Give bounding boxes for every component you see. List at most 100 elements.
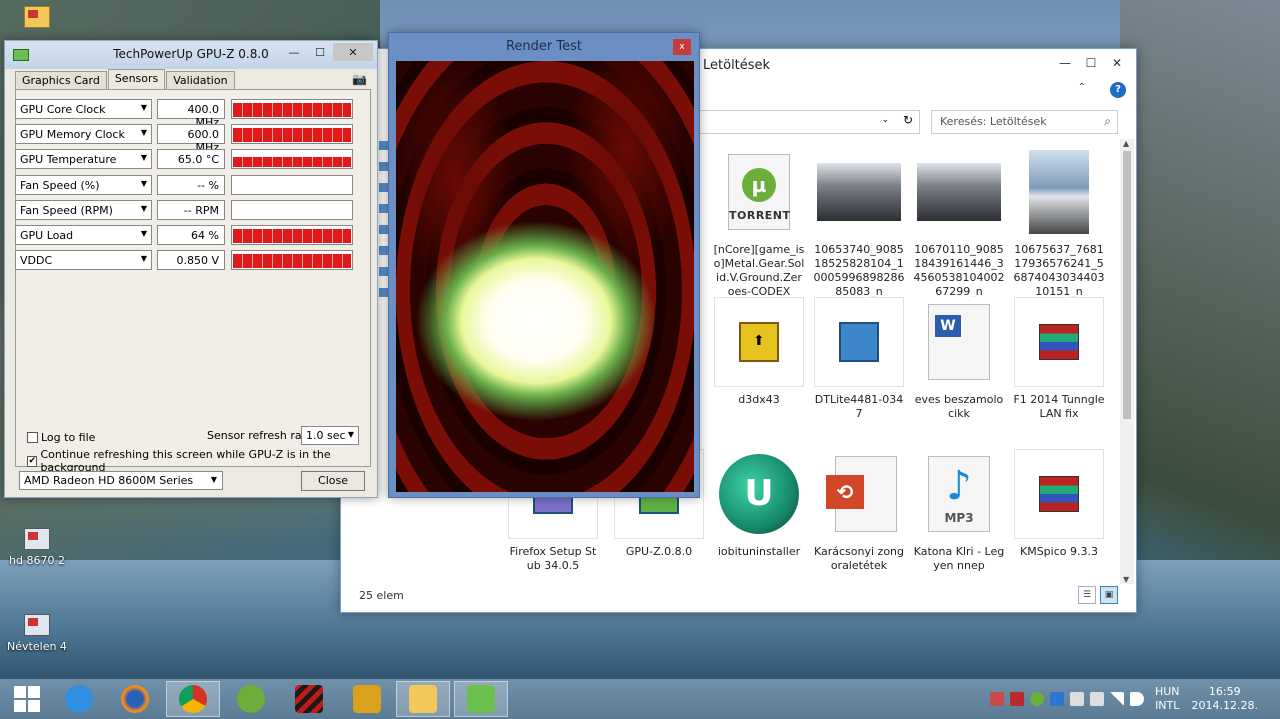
action-center-icon[interactable]: [1069, 692, 1084, 706]
file-name: d3dx43: [738, 393, 780, 406]
maximize-button[interactable]: ☐: [1078, 53, 1104, 73]
image-file-icon: [24, 614, 50, 636]
search-icon: ⌕: [1104, 114, 1111, 128]
sensor-name-select[interactable]: Fan Speed (RPM) ▼: [15, 199, 152, 220]
taskbar-utorrent[interactable]: [224, 681, 278, 717]
file-item[interactable]: KMSpico 9.3.3: [1013, 449, 1105, 559]
gpu-z-tabs: Graphics Card Sensors Validation: [15, 69, 236, 91]
desktop-icon-folder[interactable]: [2, 6, 72, 32]
vertical-scrollbar[interactable]: ▲ ▼: [1120, 139, 1134, 584]
close-button[interactable]: ✕: [1104, 53, 1130, 73]
file-item[interactable]: 10653740_908518525828104_100059968982868…: [813, 147, 905, 299]
file-item[interactable]: ⟲ Karácsonyi zongoraletétek: [813, 449, 905, 573]
tab-graphics-card[interactable]: Graphics Card: [15, 71, 107, 91]
file-item[interactable]: F1 2014 Tunngle LAN fix: [1013, 297, 1105, 421]
render-test-window[interactable]: Render Test x: [388, 32, 700, 498]
help-icon[interactable]: ?: [1110, 82, 1126, 98]
close-button[interactable]: x: [673, 39, 691, 55]
file-item[interactable]: DTLite4481-0347: [813, 297, 905, 421]
checkbox-checked[interactable]: ✔: [27, 455, 38, 467]
gpu-z-window[interactable]: TechPowerUp GPU-Z 0.8.0 — ☐ ✕ Graphics C…: [4, 40, 378, 498]
details-view-icon[interactable]: ☰: [1078, 586, 1096, 604]
sensor-name: GPU Core Clock: [20, 103, 106, 116]
sensor-name: GPU Load: [20, 229, 74, 242]
minimize-button[interactable]: —: [1052, 53, 1078, 73]
chevron-down-icon: ▼: [140, 178, 147, 188]
file-thumbnail: U: [714, 449, 804, 539]
start-button[interactable]: [0, 681, 54, 717]
scrollbar-thumb[interactable]: [1123, 151, 1131, 419]
file-name: [nCore][game_iso]Metal.Gear.Solid.V.Grou…: [713, 243, 805, 298]
address-bar[interactable]: ⌄ ↻: [697, 110, 920, 134]
checkbox-unchecked[interactable]: [27, 432, 38, 443]
scroll-down-icon[interactable]: ▼: [1123, 575, 1129, 584]
file-item[interactable]: W eves beszamolo cikk: [913, 297, 1005, 421]
large-icons-view-icon[interactable]: ▣: [1100, 586, 1118, 604]
sensor-value: 0.850 V: [157, 250, 225, 271]
word-document-icon: W: [928, 304, 990, 380]
ribbon-expand-icon[interactable]: ⌃: [1078, 82, 1086, 93]
scroll-up-icon[interactable]: ▲: [1123, 139, 1129, 148]
file-name: Katona Klri - Legyen nnep: [913, 545, 1005, 572]
tray-app-icon[interactable]: [989, 692, 1004, 706]
chevron-down-icon: ▼: [140, 153, 147, 163]
sensor-name-select[interactable]: GPU Core Clock ▼: [15, 99, 152, 119]
taskbar-gpu-z[interactable]: [454, 681, 508, 717]
sensor-name-select[interactable]: GPU Temperature ▼: [15, 149, 152, 170]
file-thumbnail: [1014, 297, 1104, 387]
sensor-name-select[interactable]: GPU Load ▼: [15, 225, 152, 245]
system-tray: HUN INTL 16:59 2014.12.28.: [987, 679, 1280, 719]
sensor-value: -- %: [157, 174, 225, 195]
chevron-down-icon: ▼: [210, 475, 217, 484]
file-thumbnail: [814, 147, 904, 237]
sensor-name-select[interactable]: Fan Speed (%) ▼: [15, 174, 152, 195]
bluetooth-icon[interactable]: [1049, 692, 1064, 706]
taskbar-game-app[interactable]: [282, 681, 336, 717]
taskbar-internet-explorer[interactable]: [52, 681, 106, 717]
refresh-icon[interactable]: ↻: [903, 113, 913, 127]
tab-validation[interactable]: Validation: [166, 71, 235, 91]
maximize-button[interactable]: ☐: [307, 43, 333, 61]
sensor-name: Fan Speed (%): [20, 178, 100, 192]
log-to-file-checkbox[interactable]: Log to file: [27, 431, 95, 444]
tray-app-icon[interactable]: [1009, 692, 1024, 706]
taskbar-chrome[interactable]: [166, 681, 220, 717]
file-thumbnail: ♪ MP3: [914, 449, 1004, 539]
taskbar-file-explorer[interactable]: [396, 681, 450, 717]
file-thumbnail: W: [914, 297, 1004, 387]
input-language-indicator[interactable]: HUN INTL: [1155, 685, 1180, 713]
file-item[interactable]: d3dx43: [713, 297, 805, 407]
sensor-value: 65.0 °C: [157, 149, 225, 170]
file-name: 10670110_908518439161446_345605381040026…: [913, 243, 1005, 298]
network-icon[interactable]: [1109, 692, 1124, 706]
file-item[interactable]: 10675637_768117936576241_568740430344031…: [1013, 147, 1105, 299]
gpu-z-titlebar[interactable]: TechPowerUp GPU-Z 0.8.0 — ☐ ✕: [5, 41, 377, 69]
desktop-icon-nevtelen-4[interactable]: Névtelen 4: [2, 614, 72, 653]
refresh-rate-select[interactable]: 1.0 sec ▼: [301, 426, 359, 445]
sensor-name-select[interactable]: GPU Memory Clock ▼: [15, 124, 152, 145]
clock[interactable]: 16:59 2014.12.28.: [1192, 685, 1258, 713]
file-item[interactable]: U iobituninstaller: [713, 449, 805, 559]
sensor-value: 400.0 MHz: [157, 99, 225, 129]
close-button[interactable]: Close: [301, 471, 365, 491]
file-item[interactable]: ♪ MP3 Katona Klri - Legyen nnep: [913, 449, 1005, 573]
chevron-down-icon: ▼: [140, 203, 147, 213]
taskbar-f1-2014[interactable]: [340, 681, 394, 717]
screenshot-camera-icon[interactable]: 📷: [352, 72, 367, 86]
minimize-button[interactable]: —: [281, 43, 307, 61]
file-item[interactable]: 10670110_908518439161446_345605381040026…: [913, 147, 1005, 299]
sensor-name-select[interactable]: VDDC ▼: [15, 250, 152, 271]
tab-sensors[interactable]: Sensors: [107, 69, 166, 89]
battery-icon[interactable]: [1089, 692, 1104, 706]
search-input[interactable]: Keresés: Letöltések ⌕: [931, 110, 1118, 134]
file-thumbnail: [1014, 449, 1104, 539]
chevron-down-icon[interactable]: ⌄: [881, 115, 889, 125]
taskbar-firefox[interactable]: [108, 681, 162, 717]
volume-icon[interactable]: [1129, 692, 1144, 706]
gpu-select[interactable]: AMD Radeon HD 8600M Series ▼: [19, 471, 223, 490]
utorrent-tray-icon[interactable]: [1029, 692, 1044, 706]
desktop-icon-hd-8670[interactable]: hd 8670 2: [2, 528, 72, 567]
file-item[interactable]: µ TORRENT [nCore][game_iso]Metal.Gear.So…: [713, 147, 805, 299]
close-button[interactable]: ✕: [333, 43, 373, 61]
refresh-rate-label: Sensor refresh rate:: [207, 429, 317, 442]
